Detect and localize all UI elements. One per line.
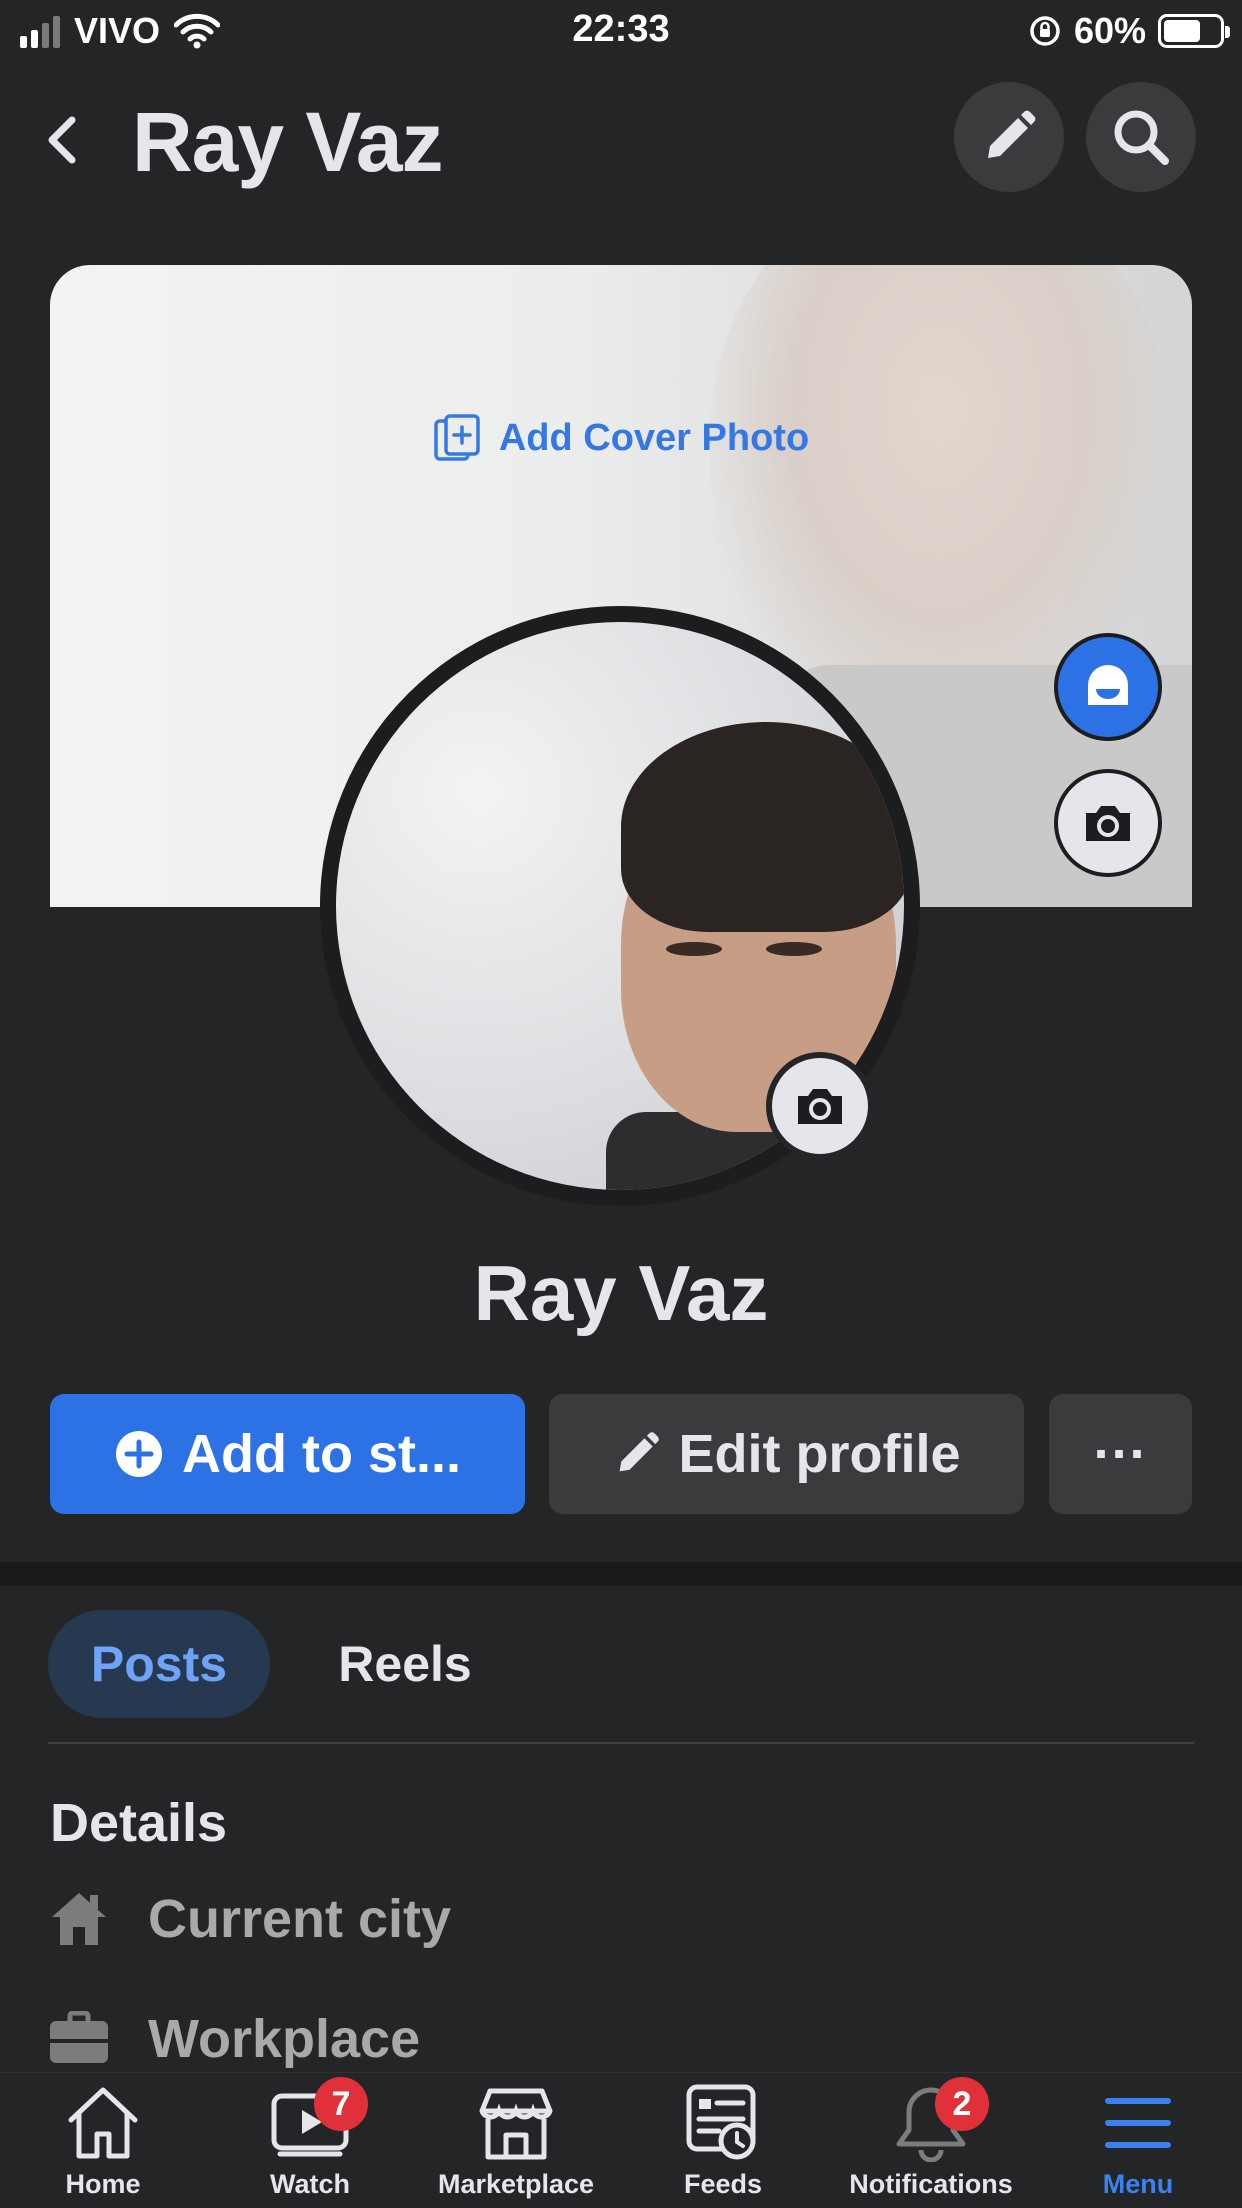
details-heading: Details — [50, 1793, 228, 1853]
camera-icon — [798, 1089, 842, 1124]
bottom-nav: Home 7 Watch Marketplace Feeds 2 Notific… — [0, 2072, 1242, 2208]
notifications-badge: 2 — [935, 2077, 989, 2131]
orientation-lock-icon — [1030, 16, 1060, 46]
bell-icon: 2 — [891, 2077, 989, 2163]
more-icon: ··· — [1093, 1424, 1148, 1484]
briefcase-icon — [50, 2011, 108, 2063]
cover-camera-button[interactable] — [1054, 769, 1162, 877]
status-bar: VIVO 22:33 60% — [0, 0, 1242, 62]
search-button[interactable] — [1086, 82, 1196, 192]
nav-marketplace[interactable]: Marketplace — [426, 2083, 606, 2203]
nav-feeds[interactable]: Feeds — [663, 2083, 783, 2203]
detail-current-city[interactable]: Current city — [48, 1888, 451, 1950]
tab-posts[interactable]: Posts — [48, 1610, 270, 1718]
nav-watch[interactable]: 7 Watch — [250, 2077, 370, 2203]
watch-badge: 7 — [314, 2077, 368, 2131]
watch-icon: 7 — [270, 2077, 368, 2163]
battery-icon — [1158, 14, 1230, 48]
battery-percent: 60% — [1073, 10, 1146, 51]
nav-home[interactable]: Home — [43, 2083, 163, 2203]
edit-profile-label: Edit profile — [678, 1424, 961, 1484]
add-cover-photo-label: Add Cover Photo — [498, 416, 810, 459]
back-button[interactable] — [38, 110, 88, 170]
add-to-story-label: Add to st... — [182, 1424, 461, 1484]
search-icon — [1114, 110, 1169, 165]
avatar-icon — [1088, 665, 1128, 705]
house-icon — [52, 1893, 106, 1945]
marketplace-icon — [476, 2083, 556, 2163]
detail-label: Workplace — [148, 2009, 421, 2069]
page-title: Ray Vaz — [132, 95, 444, 189]
profile-name: Ray Vaz — [473, 1249, 769, 1337]
profile-camera-button[interactable] — [766, 1052, 874, 1160]
tabs-divider — [48, 1742, 1194, 1744]
section-divider — [0, 1562, 1242, 1586]
detail-workplace[interactable]: Workplace — [48, 2008, 420, 2070]
edit-profile-button[interactable]: Edit profile — [549, 1394, 1024, 1514]
menu-icon — [1098, 2083, 1178, 2163]
more-options-button[interactable]: ··· — [1049, 1394, 1192, 1514]
edit-button[interactable] — [954, 82, 1064, 192]
avatar-button[interactable] — [1054, 633, 1162, 741]
pencil-icon — [619, 1432, 659, 1472]
add-to-story-button[interactable]: Add to st... — [50, 1394, 525, 1514]
feeds-icon — [683, 2083, 763, 2163]
pencil-icon — [988, 110, 1036, 158]
add-cover-photo-button[interactable]: Add Cover Photo — [50, 413, 1192, 463]
add-photo-icon — [434, 414, 480, 461]
camera-icon — [1086, 806, 1130, 841]
plus-circle-icon — [116, 1431, 163, 1477]
nav-notifications[interactable]: 2 Notifications — [838, 2077, 1024, 2203]
chevron-left-icon — [48, 116, 76, 164]
nav-menu[interactable]: Menu — [1078, 2083, 1198, 2203]
tab-reels[interactable]: Reels — [300, 1610, 510, 1718]
status-right: 60% — [1028, 10, 1230, 52]
profile-header: Ray Vaz — [0, 80, 1242, 200]
home-icon — [63, 2083, 143, 2163]
detail-label: Current city — [148, 1889, 452, 1949]
